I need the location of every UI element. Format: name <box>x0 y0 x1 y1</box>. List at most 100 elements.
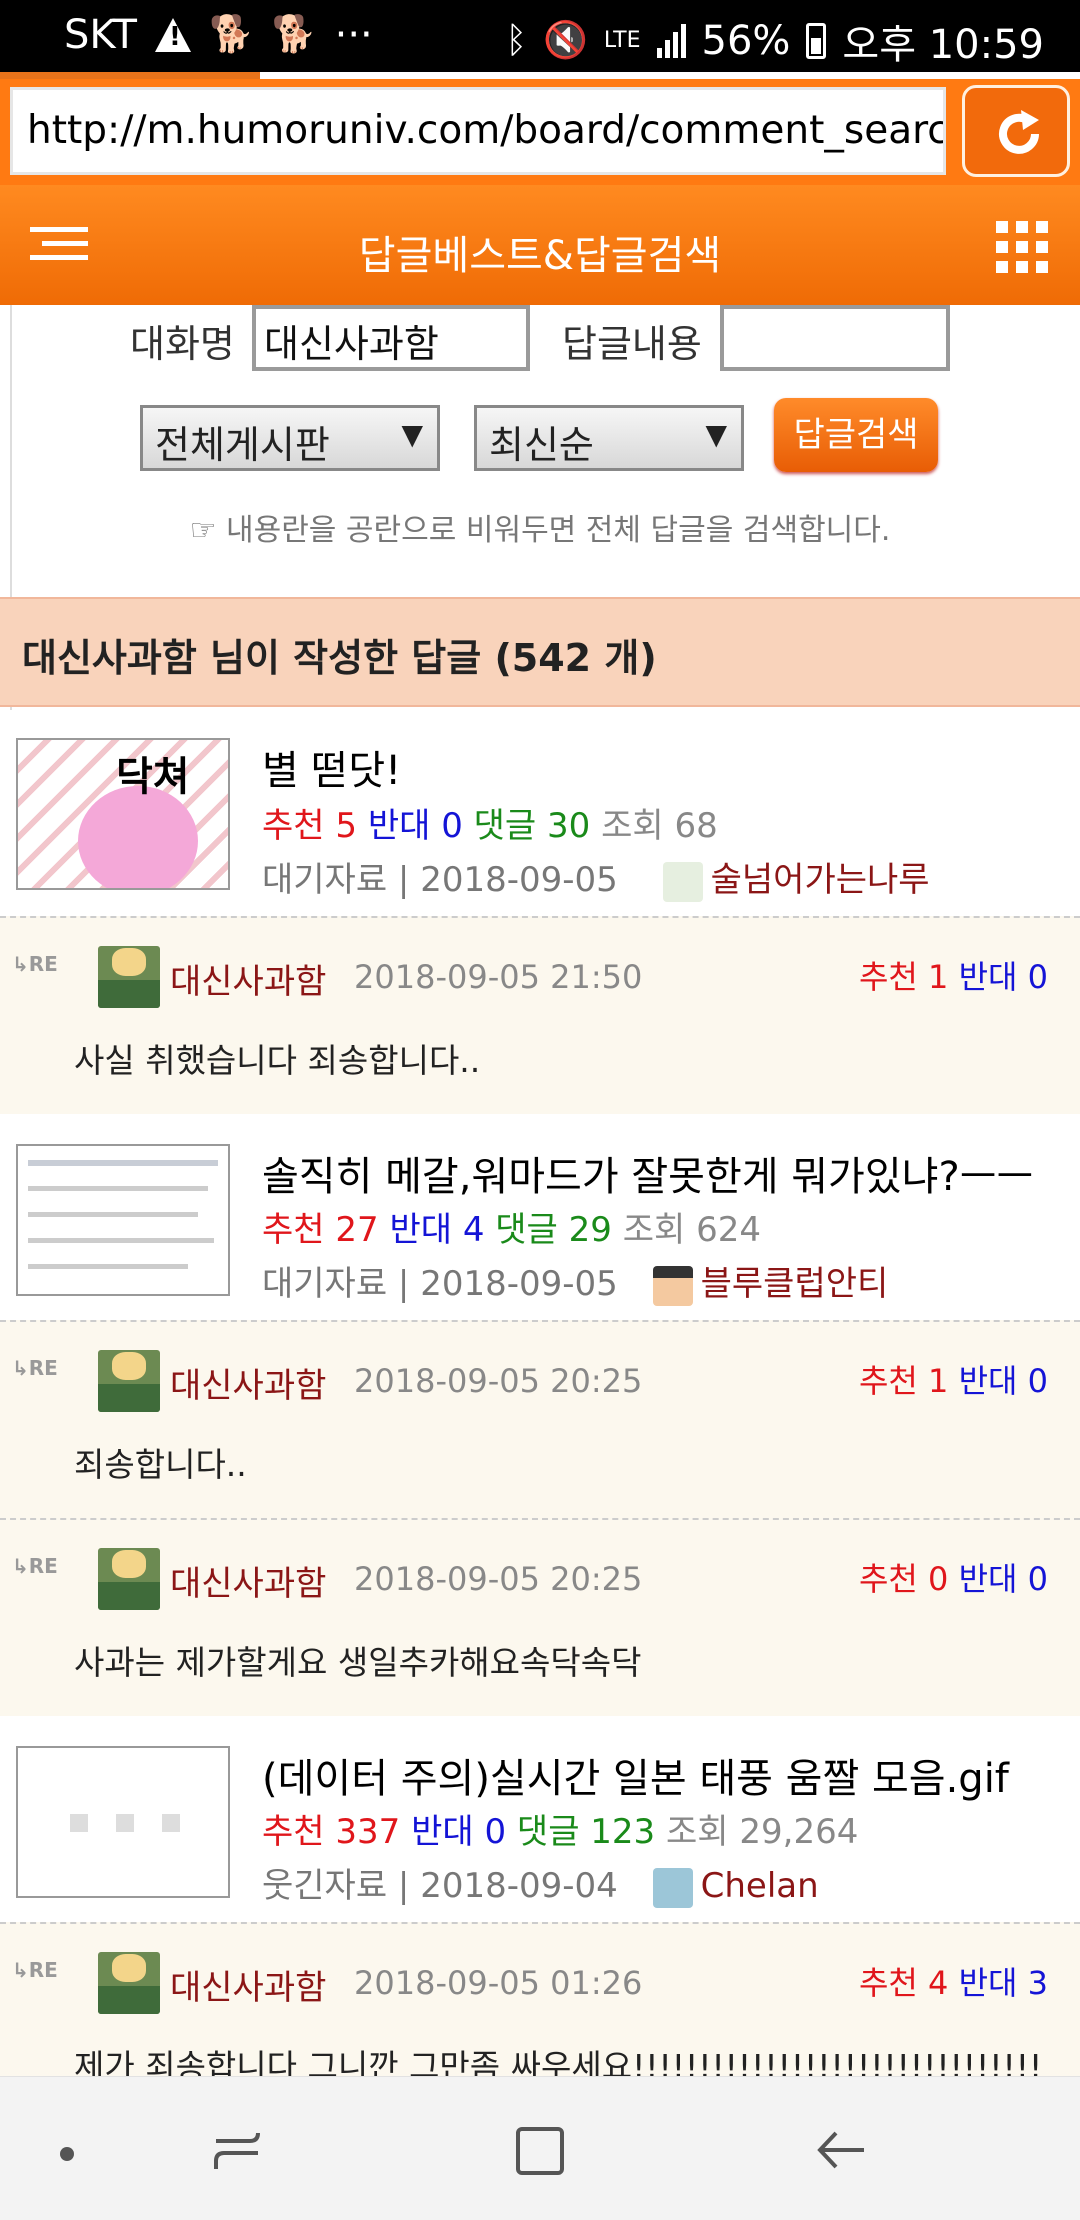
post-author[interactable]: 술넘어가는나루 <box>711 860 930 900</box>
reply-re-icon: ↳RE <box>12 1554 58 1578</box>
back-button-icon[interactable] <box>814 2125 868 2175</box>
page-title: 답글베스트&답글검색 <box>358 233 722 279</box>
search-button[interactable]: 답글검색 <box>774 398 938 472</box>
reply-re-icon: ↳RE <box>12 1958 58 1982</box>
pointing-hand-icon: ☞ <box>189 513 226 548</box>
recommend-label: 추천 <box>262 806 325 846</box>
comment-votes: 추천 1 반대 0 <box>858 1362 1048 1400</box>
nav-dot-icon[interactable] <box>60 2147 74 2161</box>
comment-body[interactable]: 사실 취했습니다 죄송합니다.. <box>74 1034 480 1082</box>
comment-votes: 추천 4 반대 3 <box>858 1964 1048 2002</box>
author-avatar <box>652 1867 693 1908</box>
page-load-progress <box>0 72 260 79</box>
comment-recommend-count: 1 <box>928 1362 949 1400</box>
post-stats: 추천 27 반대 4 댓글 29 조회 624 <box>262 1202 761 1251</box>
sort-select-value: 최신순 <box>489 423 594 467</box>
post-thumbnail[interactable] <box>16 1144 230 1296</box>
nickname-input[interactable]: 대신사과함 <box>252 305 530 371</box>
result-heading: 대신사과함 님이 작성한 답글 (542 개) <box>0 597 1080 707</box>
oppose-label: 반대 <box>389 1210 453 1250</box>
mute-icon: 🔇 <box>543 20 588 61</box>
battery-icon <box>806 23 827 59</box>
battery-percent: 56% <box>701 18 791 64</box>
views-count: 29,264 <box>739 1812 859 1852</box>
notification-icon: 🐕 <box>208 14 254 55</box>
hint-text: 내용란을 공란으로 비워두면 전체 답글을 검색합니다. <box>226 513 891 548</box>
more-notifications-icon: ··· <box>334 12 373 58</box>
board-select-value: 전체게시판 <box>155 423 330 467</box>
clock: 오후 10:59 <box>842 22 1044 68</box>
post-title[interactable]: 별 떧닷! <box>262 738 401 796</box>
board-select[interactable]: 전체게시판 ▼ <box>140 405 440 471</box>
commenter-avatar <box>98 1548 160 1610</box>
comment-date: 2018-09-05 01:26 <box>354 1964 643 2002</box>
post-meta: 대기자료 | 2018-09-05 술넘어가는나루 <box>262 860 930 902</box>
comment-item: ↳RE 대신사과함 2018-09-05 20:25 추천 0 반대 0 사과는… <box>0 1518 1080 1716</box>
author-avatar <box>652 1265 693 1306</box>
oppose-count: 0 <box>441 806 463 846</box>
post-thumbnail[interactable] <box>16 1746 230 1898</box>
post-meta: 웃긴자료 | 2018-09-04 Chelan <box>262 1866 819 1908</box>
comment-recommend-count: 1 <box>928 958 949 996</box>
post-meta: 대기자료 | 2018-09-05 블루클럽안티 <box>262 1264 889 1306</box>
content-input[interactable] <box>720 305 950 371</box>
post-item[interactable]: 솔직히 메갈,워마드가 잘못한게 뭐가있냐?ㅡㅡ 추천 27 반대 4 댓글 2… <box>0 1114 1080 1320</box>
reload-icon <box>999 110 1039 154</box>
comments-label: 댓글 <box>495 1210 558 1250</box>
comment-oppose-count: 0 <box>1027 958 1048 996</box>
comment-date: 2018-09-05 20:25 <box>354 1362 643 1400</box>
commenter-name[interactable]: 대신사과함 <box>170 1358 326 1407</box>
recent-apps-icon[interactable] <box>210 2125 264 2175</box>
views-label: 조회 <box>666 1812 729 1852</box>
post-date: 2018-09-05 <box>420 1264 618 1304</box>
recommend-count: 337 <box>335 1812 401 1852</box>
reload-button[interactable] <box>962 85 1070 177</box>
oppose-label: 반대 <box>411 1812 474 1852</box>
comment-oppose-count: 0 <box>1027 1560 1048 1598</box>
lte-label: LTE <box>603 28 641 53</box>
signal-icon <box>656 24 686 58</box>
post-author[interactable]: 블루클럽안티 <box>701 1264 889 1304</box>
commenter-name[interactable]: 대신사과함 <box>170 1556 326 1605</box>
commenter-name[interactable]: 대신사과함 <box>170 954 326 1003</box>
oppose-count: 0 <box>484 1812 507 1852</box>
post-author[interactable]: Chelan <box>701 1866 819 1906</box>
comment-votes: 추천 0 반대 0 <box>858 1560 1048 1598</box>
system-nav-bar <box>0 2076 1080 2220</box>
post-item[interactable]: 닥쳐 별 떧닷! 추천 5 반대 0 댓글 30 조회 68 대기자료 | 20… <box>0 710 1080 916</box>
recommend-label: 추천 <box>262 1812 325 1852</box>
sort-select[interactable]: 최신순 ▼ <box>474 405 744 471</box>
commenter-name[interactable]: 대신사과함 <box>170 1960 326 2009</box>
post-title[interactable]: (데이터 주의)실시간 일본 태풍 움짤 모음.gif <box>262 1746 1009 1804</box>
post-date: 2018-09-05 <box>420 860 618 900</box>
search-form: 대화명 대신사과함 답글내용 전체게시판 ▼ 최신순 ▼ 답글검색 ☞ 내용란을… <box>0 305 1080 595</box>
site-header: 답글베스트&답글검색 <box>0 185 1080 305</box>
post-title[interactable]: 솔직히 메갈,워마드가 잘못한게 뭐가있냐?ㅡㅡ <box>262 1144 1033 1202</box>
oppose-count: 4 <box>462 1210 485 1250</box>
comments-count: 123 <box>590 1812 656 1852</box>
home-button-icon[interactable] <box>516 2127 564 2175</box>
comments-label: 댓글 <box>516 1812 580 1852</box>
url-field[interactable]: http://m.humoruniv.com/board/comment_sea… <box>10 87 946 175</box>
commenter-avatar <box>98 1350 160 1412</box>
comment-recommend-count: 4 <box>928 1964 949 2002</box>
comment-item: ↳RE 대신사과함 2018-09-05 20:25 추천 1 반대 0 죄송합… <box>0 1320 1080 1518</box>
post-date: 2018-09-04 <box>420 1866 618 1906</box>
notification-icon-2: 🐕 <box>271 14 317 55</box>
comment-body[interactable]: 죄송합니다.. <box>74 1438 247 1486</box>
comment-recommend-count: 0 <box>928 1560 949 1598</box>
comment-item: ↳RE 대신사과함 2018-09-05 21:50 추천 1 반대 0 사실 … <box>0 916 1080 1114</box>
apps-grid-icon[interactable] <box>996 221 1048 273</box>
commenter-avatar <box>98 946 160 1008</box>
reply-re-icon: ↳RE <box>12 952 58 976</box>
views-count: 68 <box>674 806 718 846</box>
comment-date: 2018-09-05 20:25 <box>354 1560 643 1598</box>
post-item[interactable]: (데이터 주의)실시간 일본 태풍 움짤 모음.gif 추천 337 반대 0 … <box>0 1716 1080 1922</box>
board-name: 대기자료 <box>262 860 388 900</box>
comment-body[interactable]: 사과는 제가할게요 생일추카해요속닥속닥 <box>74 1636 641 1684</box>
board-name: 대기자료 <box>262 1264 388 1304</box>
comment-date: 2018-09-05 21:50 <box>354 958 643 996</box>
post-thumbnail[interactable]: 닥쳐 <box>16 738 230 890</box>
search-hint: ☞ 내용란을 공란으로 비워두면 전체 답글을 검색합니다. <box>0 505 1080 549</box>
views-count: 624 <box>696 1210 762 1250</box>
